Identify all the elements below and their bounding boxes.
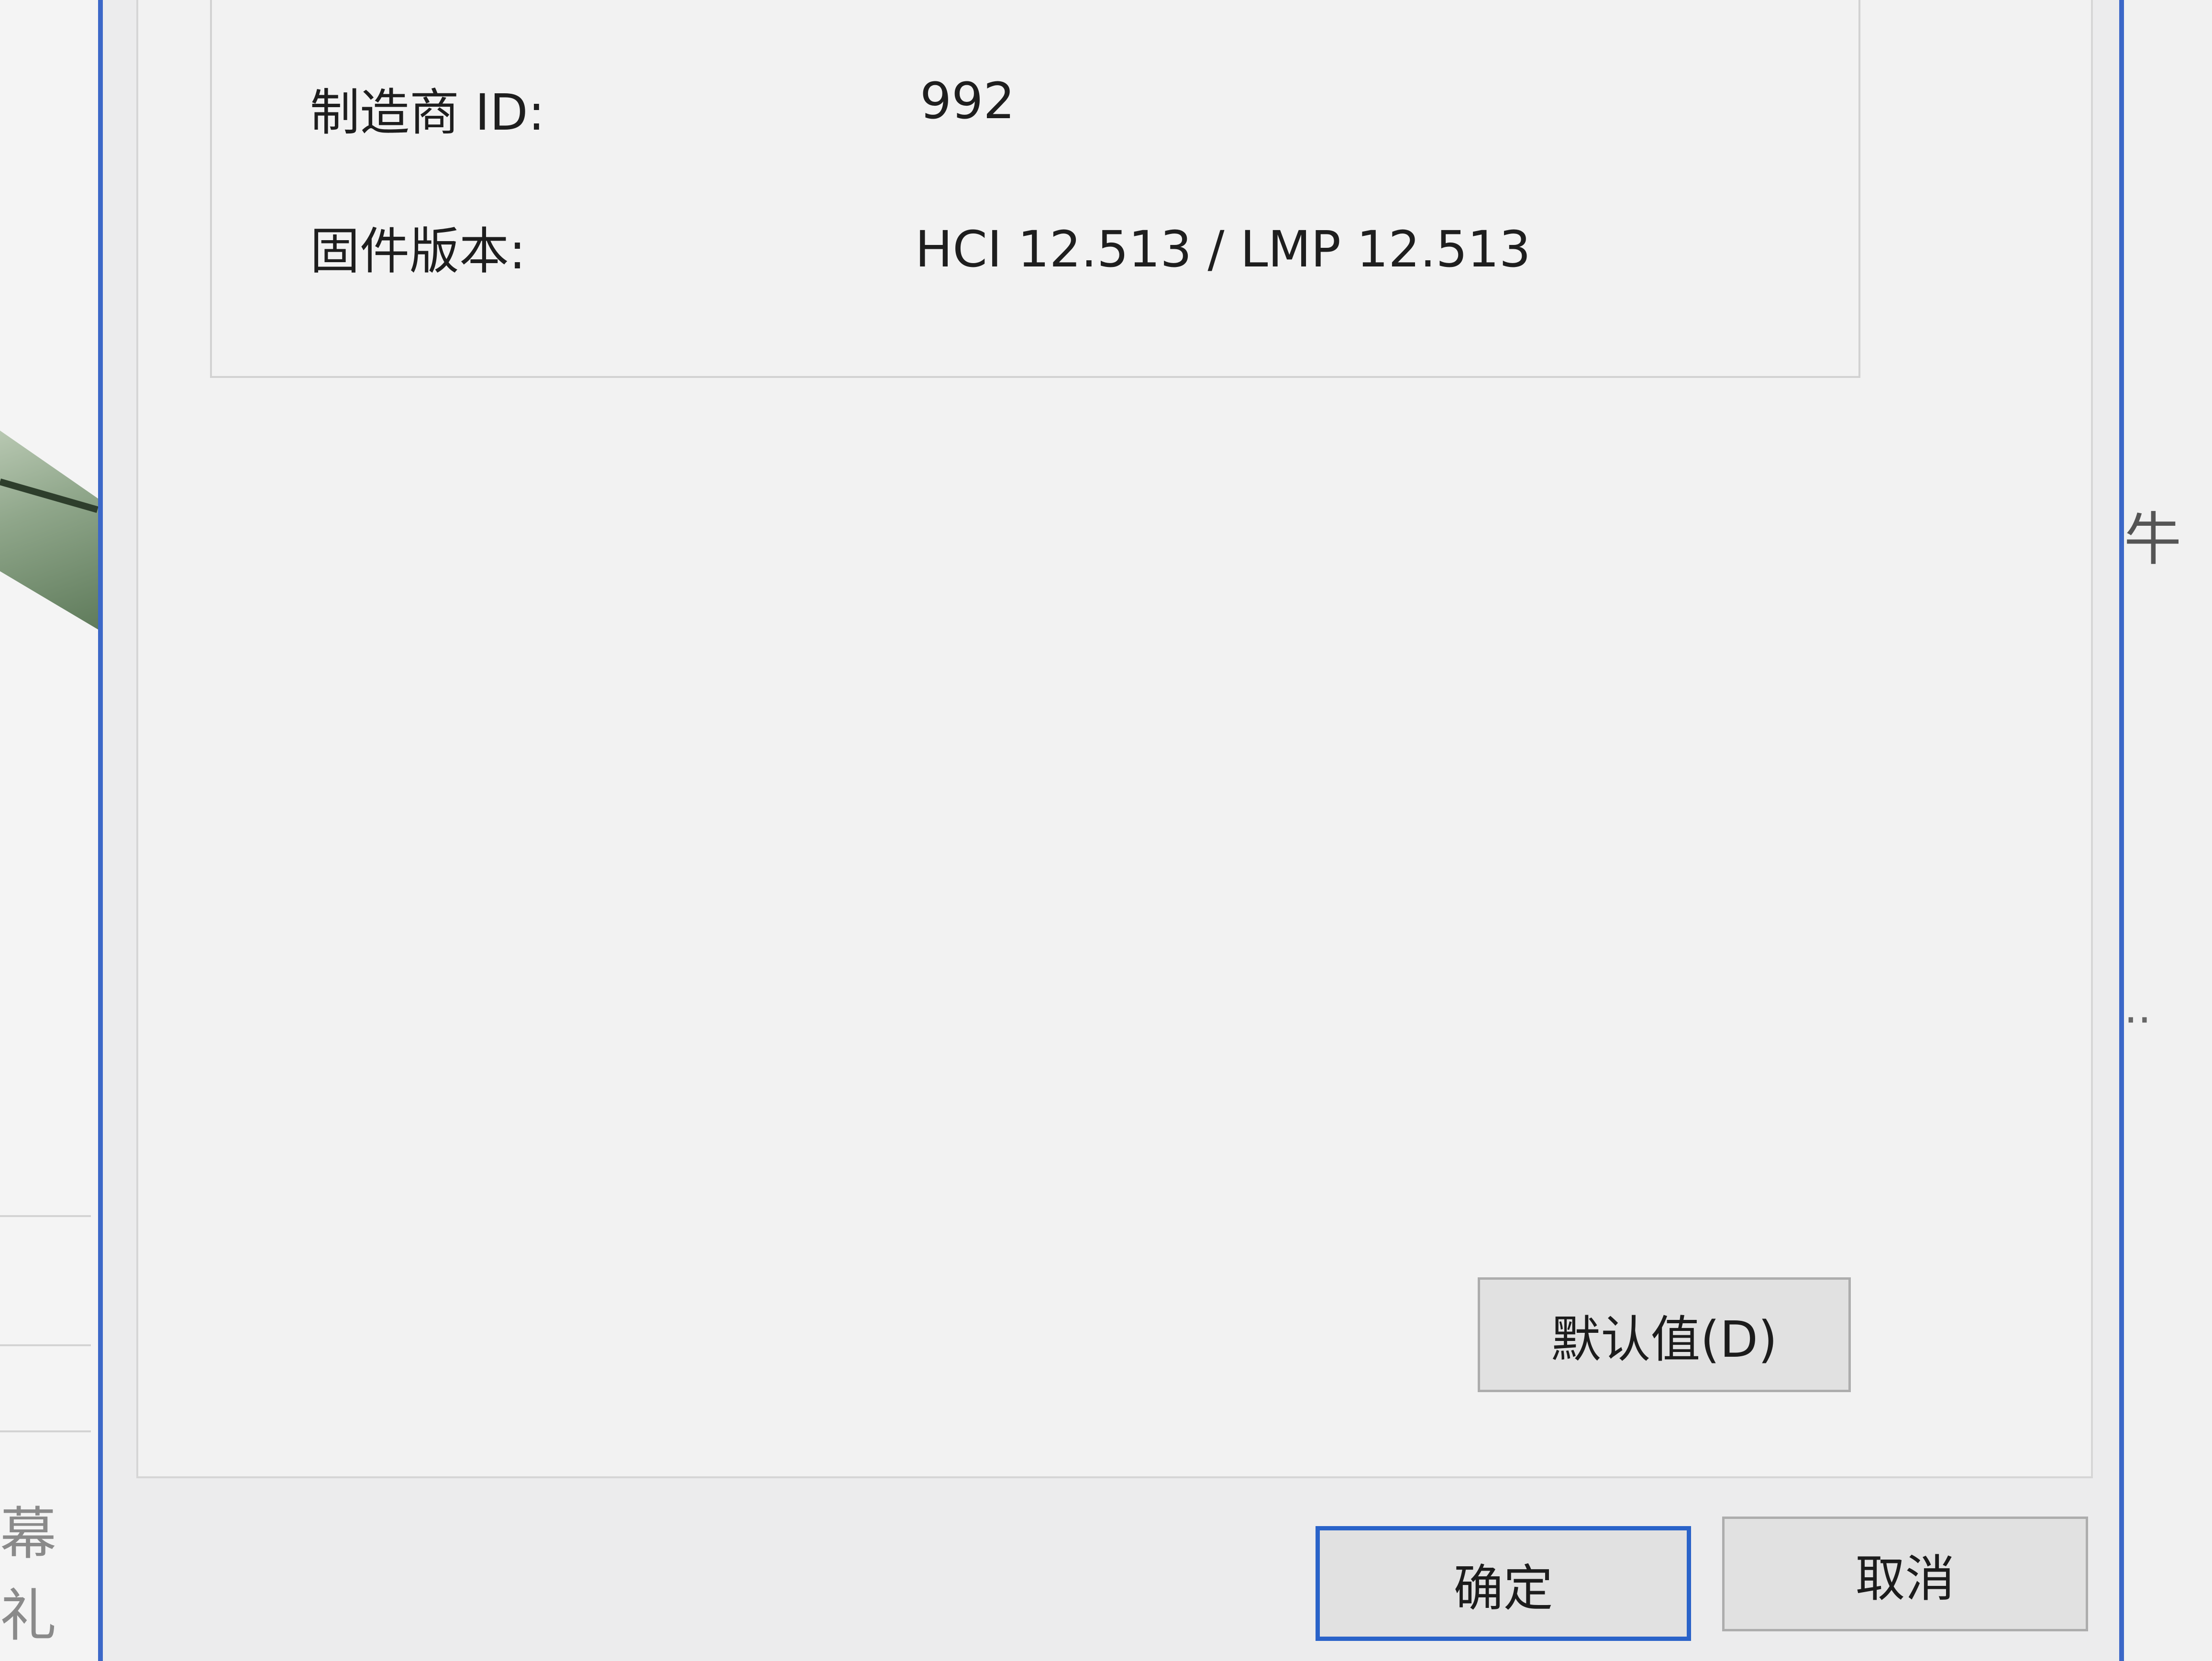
background-text: 幕礼 <box>0 1501 58 1649</box>
firmware-version-label: 固件版本: <box>310 222 526 280</box>
firmware-version-value: HCI 12.513 / LMP 12.513 <box>915 220 1531 278</box>
background-divider <box>0 1430 91 1432</box>
screen: 幕礼 牛 ·· 制造商 ID: 992 固件版本: HCI 12.513 / L… <box>0 0 2212 1661</box>
background-text: ·· <box>2124 995 2152 1045</box>
background-text: 牛 <box>2124 507 2181 573</box>
manufacturer-id-label: 制造商 ID: <box>310 83 545 142</box>
bluetooth-properties-dialog: 制造商 ID: 992 固件版本: HCI 12.513 / LMP 12.51… <box>98 0 2124 1661</box>
background-image-fragment <box>0 431 101 631</box>
background-divider <box>0 1344 91 1346</box>
restore-defaults-button[interactable]: 默认值(D) <box>1478 1277 1851 1392</box>
ok-button[interactable]: 确定 <box>1316 1526 1691 1641</box>
background-window-left: 幕礼 <box>0 0 101 1661</box>
manufacturer-id-value: 992 <box>920 72 1015 130</box>
advanced-tab-panel: 制造商 ID: 992 固件版本: HCI 12.513 / LMP 12.51… <box>136 0 2093 1478</box>
background-window-right <box>2119 0 2212 1661</box>
radio-info-group: 制造商 ID: 992 固件版本: HCI 12.513 / LMP 12.51… <box>210 0 1860 378</box>
background-divider <box>0 1215 91 1217</box>
cancel-button[interactable]: 取消 <box>1722 1517 2088 1631</box>
